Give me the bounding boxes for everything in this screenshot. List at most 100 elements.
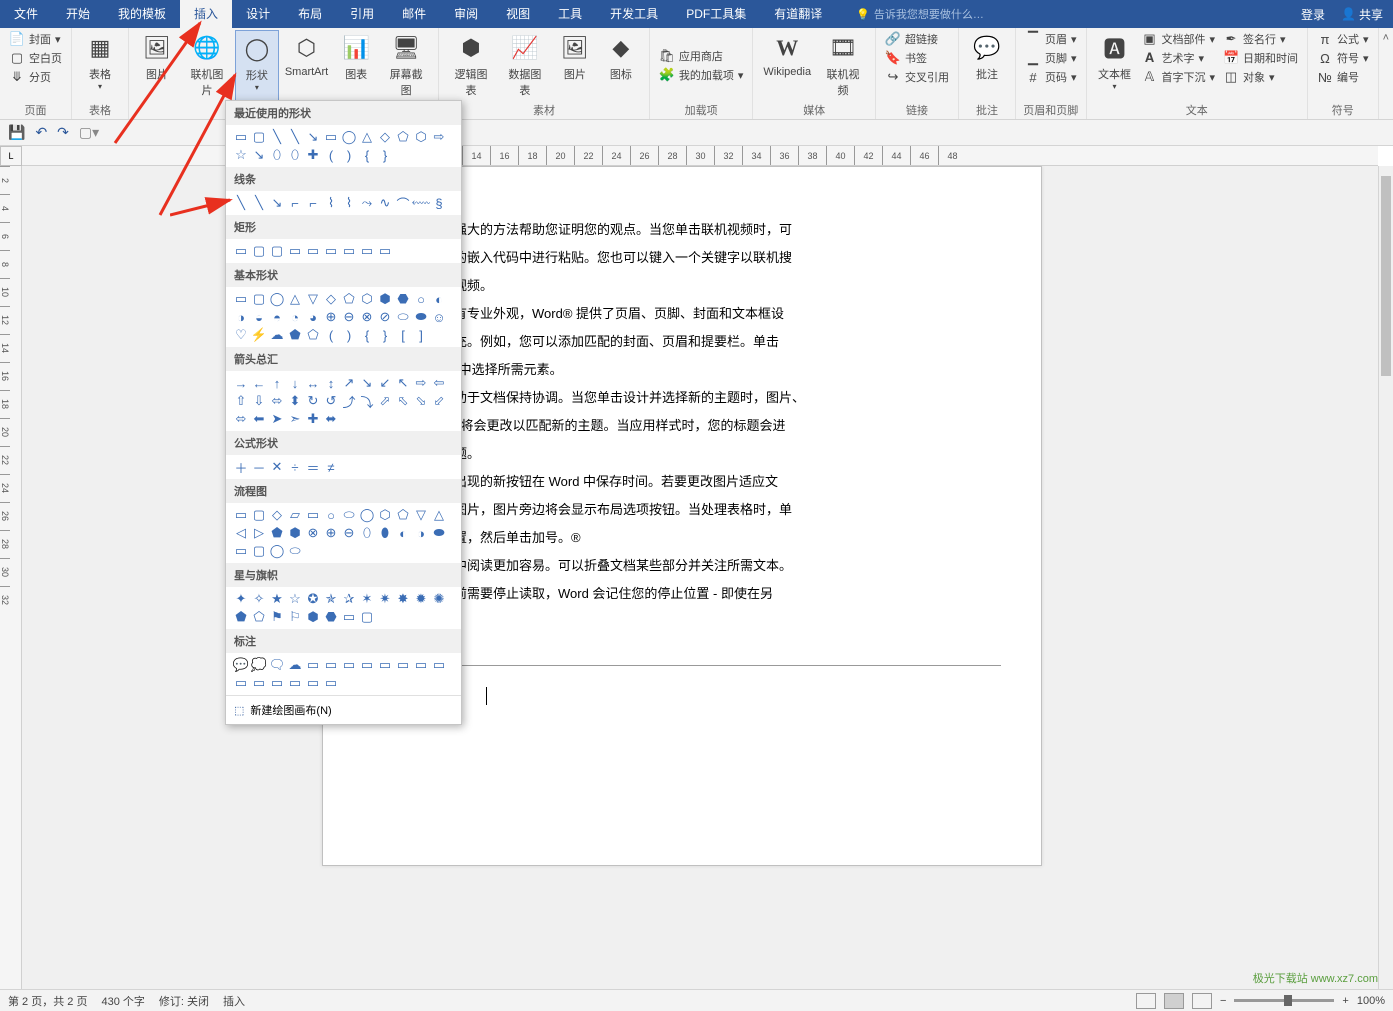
shape-item[interactable]: ✪ bbox=[304, 590, 322, 608]
element-icon-button[interactable]: ◆图标 bbox=[599, 30, 643, 101]
shape-item[interactable]: ⬬ bbox=[412, 308, 430, 326]
shape-item[interactable]: ⊕ bbox=[322, 308, 340, 326]
shape-item[interactable]: ➣ bbox=[286, 410, 304, 428]
shape-item[interactable]: ╲ bbox=[250, 194, 268, 212]
logic-chart-button[interactable]: ⬢逻辑图表 bbox=[445, 30, 497, 101]
shape-item[interactable]: ▽ bbox=[304, 290, 322, 308]
shape-item[interactable]: ◇ bbox=[268, 506, 286, 524]
shape-item[interactable]: ◯ bbox=[268, 542, 286, 560]
shape-item[interactable]: ⊕ bbox=[322, 524, 340, 542]
shape-item[interactable]: ◑ bbox=[412, 524, 430, 542]
shape-item[interactable]: ⌐ bbox=[304, 194, 322, 212]
menu-file[interactable]: 文件 bbox=[0, 0, 52, 28]
shape-item[interactable]: ○ bbox=[322, 506, 340, 524]
status-page[interactable]: 第 2 页，共 2 页 bbox=[8, 993, 87, 1009]
shape-item[interactable]: △ bbox=[430, 506, 448, 524]
shape-item[interactable]: ⬠ bbox=[304, 326, 322, 344]
view-web-button[interactable] bbox=[1192, 993, 1212, 1009]
shape-item[interactable]: } bbox=[376, 146, 394, 164]
shape-item[interactable]: ✚ bbox=[304, 410, 322, 428]
shape-item[interactable]: § bbox=[430, 194, 448, 212]
new-canvas-button[interactable]: ⬚ 新建绘图画布(N) bbox=[226, 695, 461, 724]
shape-item[interactable]: ⬠ bbox=[340, 290, 358, 308]
status-mode[interactable]: 插入 bbox=[223, 993, 245, 1009]
object-button[interactable]: ◫对象 ▾ bbox=[1220, 68, 1301, 86]
undo-button[interactable]: ↶ bbox=[35, 124, 47, 141]
shape-item[interactable]: ✸ bbox=[394, 590, 412, 608]
shape-item[interactable]: ✰ bbox=[340, 590, 358, 608]
shape-item[interactable]: ▽ bbox=[412, 506, 430, 524]
menu-pdf[interactable]: PDF工具集 bbox=[672, 0, 760, 28]
shape-item[interactable]: 💭 bbox=[250, 656, 268, 674]
textbox-button[interactable]: 🅰文本框▾ bbox=[1093, 30, 1137, 101]
shape-item[interactable]: ╲ bbox=[286, 128, 304, 146]
shape-item[interactable]: ▭ bbox=[394, 656, 412, 674]
shape-item[interactable]: ⊗ bbox=[304, 524, 322, 542]
shape-item[interactable]: ⇩ bbox=[250, 392, 268, 410]
shape-item[interactable]: ⬢ bbox=[376, 290, 394, 308]
shape-item[interactable]: ) bbox=[340, 326, 358, 344]
page-break-button[interactable]: ⤋分页 bbox=[6, 68, 65, 86]
data-chart-button[interactable]: 📈数据图表 bbox=[499, 30, 551, 101]
shape-item[interactable]: ↔ bbox=[304, 374, 322, 392]
shape-item[interactable]: ▭ bbox=[304, 506, 322, 524]
shape-item[interactable]: ⤴ bbox=[340, 392, 358, 410]
store-button[interactable]: 🛍应用商店 bbox=[656, 47, 747, 65]
shape-item[interactable]: ▱ bbox=[286, 506, 304, 524]
shape-item[interactable]: ⬁ bbox=[394, 392, 412, 410]
shape-item[interactable]: ⬯ bbox=[286, 146, 304, 164]
shape-item[interactable]: ↻ bbox=[304, 392, 322, 410]
shape-item[interactable]: { bbox=[358, 146, 376, 164]
smartart-button[interactable]: ⬡SmartArt bbox=[281, 30, 332, 109]
shape-item[interactable]: ⇦ bbox=[430, 374, 448, 392]
datetime-button[interactable]: 📅日期和时间 bbox=[1220, 49, 1301, 67]
shape-item[interactable]: ⌇ bbox=[322, 194, 340, 212]
redo-button[interactable]: ↷ bbox=[57, 124, 69, 141]
collapse-ribbon-button[interactable]: ˄ bbox=[1379, 28, 1393, 119]
save-button[interactable]: 💾 bbox=[8, 124, 25, 141]
shape-item[interactable]: ◕ bbox=[304, 308, 322, 326]
shape-item[interactable]: ⬠ bbox=[250, 608, 268, 626]
shape-item[interactable]: ＋ bbox=[232, 458, 250, 476]
shape-item[interactable]: ⬍ bbox=[286, 392, 304, 410]
shape-item[interactable]: ╲ bbox=[232, 194, 250, 212]
shape-item[interactable]: ▭ bbox=[322, 674, 340, 692]
shape-item[interactable]: ⬬ bbox=[430, 524, 448, 542]
shape-item[interactable]: ☆ bbox=[286, 590, 304, 608]
shape-item[interactable]: ⬮ bbox=[376, 524, 394, 542]
zoom-in-button[interactable]: + bbox=[1342, 995, 1348, 1007]
shape-item[interactable]: ∿ bbox=[376, 194, 394, 212]
menu-mailings[interactable]: 邮件 bbox=[388, 0, 440, 28]
shape-item[interactable]: ⬭ bbox=[340, 506, 358, 524]
shape-item[interactable]: ◯ bbox=[268, 290, 286, 308]
screenshot-button[interactable]: 🖥屏幕截图▾ bbox=[380, 30, 432, 109]
shape-item[interactable]: ⇧ bbox=[232, 392, 250, 410]
comment-button[interactable]: 💬批注 bbox=[965, 30, 1009, 101]
shape-item[interactable]: ✶ bbox=[358, 590, 376, 608]
shape-item[interactable]: ▭ bbox=[286, 674, 304, 692]
shape-item[interactable]: ⬅ bbox=[250, 410, 268, 428]
shape-item[interactable]: ◯ bbox=[340, 128, 358, 146]
shape-item[interactable]: [ bbox=[394, 326, 412, 344]
zoom-level[interactable]: 100% bbox=[1357, 995, 1385, 1007]
shape-item[interactable]: ▭ bbox=[250, 674, 268, 692]
shape-item[interactable]: ( bbox=[322, 326, 340, 344]
shape-item[interactable]: ☁ bbox=[268, 326, 286, 344]
shape-item[interactable]: ▢ bbox=[250, 542, 268, 560]
shape-item[interactable]: ▭ bbox=[304, 242, 322, 260]
shape-item[interactable]: ☁ bbox=[286, 656, 304, 674]
shape-item[interactable]: ↺ bbox=[322, 392, 340, 410]
shape-item[interactable]: ↕ bbox=[322, 374, 340, 392]
shape-item[interactable]: ☺ bbox=[430, 308, 448, 326]
menu-tools[interactable]: 工具 bbox=[544, 0, 596, 28]
shape-item[interactable]: ▭ bbox=[376, 242, 394, 260]
shape-item[interactable]: ✧ bbox=[250, 590, 268, 608]
shape-item[interactable]: ↙ bbox=[376, 374, 394, 392]
shape-item[interactable]: ▭ bbox=[340, 608, 358, 626]
shape-item[interactable]: ✦ bbox=[232, 590, 250, 608]
dropcap-button[interactable]: 𝔸首字下沉 ▾ bbox=[1139, 68, 1219, 86]
shape-item[interactable]: ⇨ bbox=[430, 128, 448, 146]
shape-item[interactable]: 💬 bbox=[232, 656, 250, 674]
shape-item[interactable]: ▢ bbox=[250, 128, 268, 146]
header-button[interactable]: ▔页眉 ▾ bbox=[1022, 30, 1080, 48]
